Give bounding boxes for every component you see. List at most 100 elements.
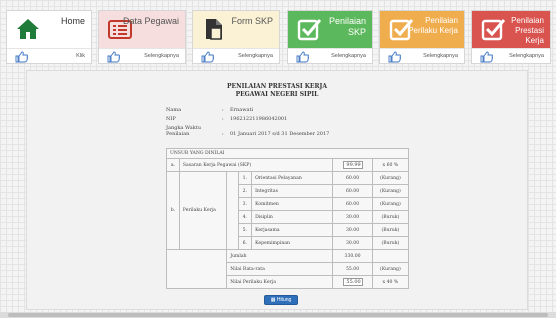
tile-footer: Selengkapnya: [472, 48, 550, 63]
info-label: Nama: [166, 107, 182, 113]
tile-data-pegawai[interactable]: Data Pegawai Selengkapnya: [98, 10, 186, 64]
document-subtitle: PEGAWAI NEGERI SIPIL: [235, 91, 319, 98]
info-value: 01 Januari 2017 s/d 31 Desember 2017: [230, 131, 330, 137]
item-name: Disiplin: [251, 210, 334, 224]
tile-data-pegawai-header: Data Pegawai: [99, 11, 185, 48]
info-row-nip: NIP:196212211986042001: [166, 116, 288, 122]
tile-form-skp[interactable]: Form SKP Selengkapnya: [192, 10, 280, 64]
skp-value-field[interactable]: 99.99: [342, 161, 363, 169]
tile-footer: Selengkapnya: [193, 48, 279, 63]
info-label: Jangka Waktu Penilaian: [166, 125, 201, 137]
item-category: (Kurang): [371, 197, 410, 211]
item-value: 60.00: [332, 197, 373, 211]
calculator-icon: ▦: [270, 297, 276, 303]
assessment-table: UNSUR YANG DINILAI a. Sasaran Kerja Pega…: [165, 148, 410, 289]
tile-link[interactable]: Klik: [76, 53, 85, 59]
tile-penilaian-perilaku-header: Penilaian Perilaku Kerja: [380, 11, 464, 48]
tile-title: Form SKP: [231, 16, 273, 26]
spacer-cell: [226, 171, 239, 250]
item-category: (Kurang): [371, 171, 410, 185]
row-label: b.: [166, 171, 180, 250]
tile-penilaian-skp-header: Penilaian SKP: [288, 11, 372, 48]
tile-penilaian-prestasi-kerja[interactable]: Penilaian Prestasi Kerja Selengkapnya: [471, 10, 551, 64]
item-value: 30.00: [332, 210, 373, 224]
info-label: NIP: [166, 116, 176, 122]
item-name: Komitmen: [251, 197, 334, 211]
table-row-jumlah: Jumlah 330.00: [165, 249, 410, 263]
thumbs-up-icon: [15, 51, 28, 63]
item-category: (Buruk): [371, 223, 410, 237]
thumbs-up-icon: [107, 51, 120, 63]
tile-link[interactable]: Selengkapnya: [509, 53, 544, 59]
item-name: Orientasi Pelayanan: [251, 171, 334, 185]
item-value: 30.00: [332, 236, 373, 250]
tile-home[interactable]: Home Klik: [6, 10, 92, 64]
tile-title: Penilaian Perilaku Kerja: [408, 16, 458, 35]
nilai-value-cell: 55.00: [332, 275, 373, 289]
tile-penilaian-skp[interactable]: Penilaian SKP Selengkapnya: [287, 10, 373, 64]
rata-label: Nilai Rata-rata: [226, 262, 334, 276]
assessment-panel: PENILAIAN PRESTASI KERJA PEGAWAI NEGERI …: [26, 70, 528, 310]
item-no: 1.: [237, 171, 253, 185]
item-name: Kepemimpinan: [251, 236, 334, 250]
hitung-button[interactable]: ▦ Hitung: [264, 295, 298, 305]
table-header: UNSUR YANG DINILAI: [166, 148, 409, 159]
rata-value: 55.00: [332, 262, 373, 276]
nilai-perilaku-field[interactable]: 55.00: [342, 278, 363, 286]
tile-title: Penilaian Prestasi Kerja: [511, 16, 544, 45]
skp-value-cell: 99.99: [332, 158, 373, 172]
info-value: Ernawati: [230, 107, 254, 113]
spacer-cell: [165, 275, 228, 289]
tile-footer: Selengkapnya: [99, 48, 185, 63]
table-row: UNSUR YANG DINILAI: [166, 148, 409, 159]
checkbox-icon: [297, 19, 322, 41]
item-name: Integritas: [251, 184, 334, 198]
thumbs-up-icon: [388, 51, 401, 63]
table-row-skp: a. Sasaran Kerja Pegawai (SKP) 99.99 x 6…: [166, 158, 410, 172]
hitung-button-label: Hitung: [276, 297, 292, 303]
nilai-percent: x 40 %: [371, 275, 410, 289]
jumlah-value: 330.00: [332, 249, 373, 263]
tile-link[interactable]: Selengkapnya: [238, 53, 273, 59]
item-value: 30.00: [332, 223, 373, 237]
tile-footer: Selengkapnya: [288, 48, 372, 63]
table-row: b. Perilaku Kerja 1. Orientasi Pelayanan…: [166, 171, 410, 250]
info-value: 196212211986042001: [230, 116, 288, 122]
document-title: PENILAIAN PRESTASI KERJA: [227, 83, 327, 90]
page-background: Home Klik Data Pegawai Selengkapnya Form…: [0, 0, 556, 318]
tile-form-skp-header: Form SKP: [193, 11, 279, 48]
item-category: (Buruk): [371, 236, 410, 250]
thumbs-up-icon: [296, 51, 309, 63]
item-no: 2.: [237, 184, 253, 198]
info-row-nama: Nama: Ernawati: [166, 107, 254, 113]
spacer-cell: [165, 262, 228, 276]
item-no: 5.: [237, 223, 253, 237]
empty-cell: [371, 249, 410, 263]
tile-home-header: Home: [7, 11, 91, 48]
horizontal-scrollbar[interactable]: [0, 312, 556, 318]
item-no: 3.: [237, 197, 253, 211]
tile-link[interactable]: Selengkapnya: [423, 53, 458, 59]
item-name: Kerjasama: [251, 223, 334, 237]
item-no: 4.: [237, 210, 253, 224]
tile-link[interactable]: Selengkapnya: [144, 53, 179, 59]
table-row-rata: Nilai Rata-rata 55.00 (Kurang): [165, 262, 410, 276]
tile-title: Data Pegawai: [122, 16, 179, 26]
item-category: (Kurang): [371, 184, 410, 198]
document-icon: [206, 19, 222, 40]
home-icon: [17, 19, 39, 39]
skp-percent: x 60 %: [371, 158, 410, 172]
tile-penilaian-perilaku-kerja[interactable]: Penilaian Perilaku Kerja Selengkapnya: [379, 10, 465, 64]
tile-footer: Klik: [7, 48, 91, 63]
row-name: Sasaran Kerja Pegawai (SKP): [178, 158, 334, 172]
jumlah-label: Jumlah: [226, 249, 334, 263]
thumbs-up-icon: [201, 51, 214, 63]
nilai-label: Nilai Perilaku Kerja: [226, 275, 334, 289]
tile-link[interactable]: Selengkapnya: [331, 53, 366, 59]
row-name: Perilaku Kerja: [178, 171, 228, 250]
tile-title: Penilaian SKP: [328, 16, 366, 37]
item-value: 60.00: [332, 171, 373, 185]
scrollbar-thumb[interactable]: [8, 313, 548, 317]
dashboard-tiles: Home Klik Data Pegawai Selengkapnya Form…: [6, 10, 551, 64]
item-no: 6.: [237, 236, 253, 250]
